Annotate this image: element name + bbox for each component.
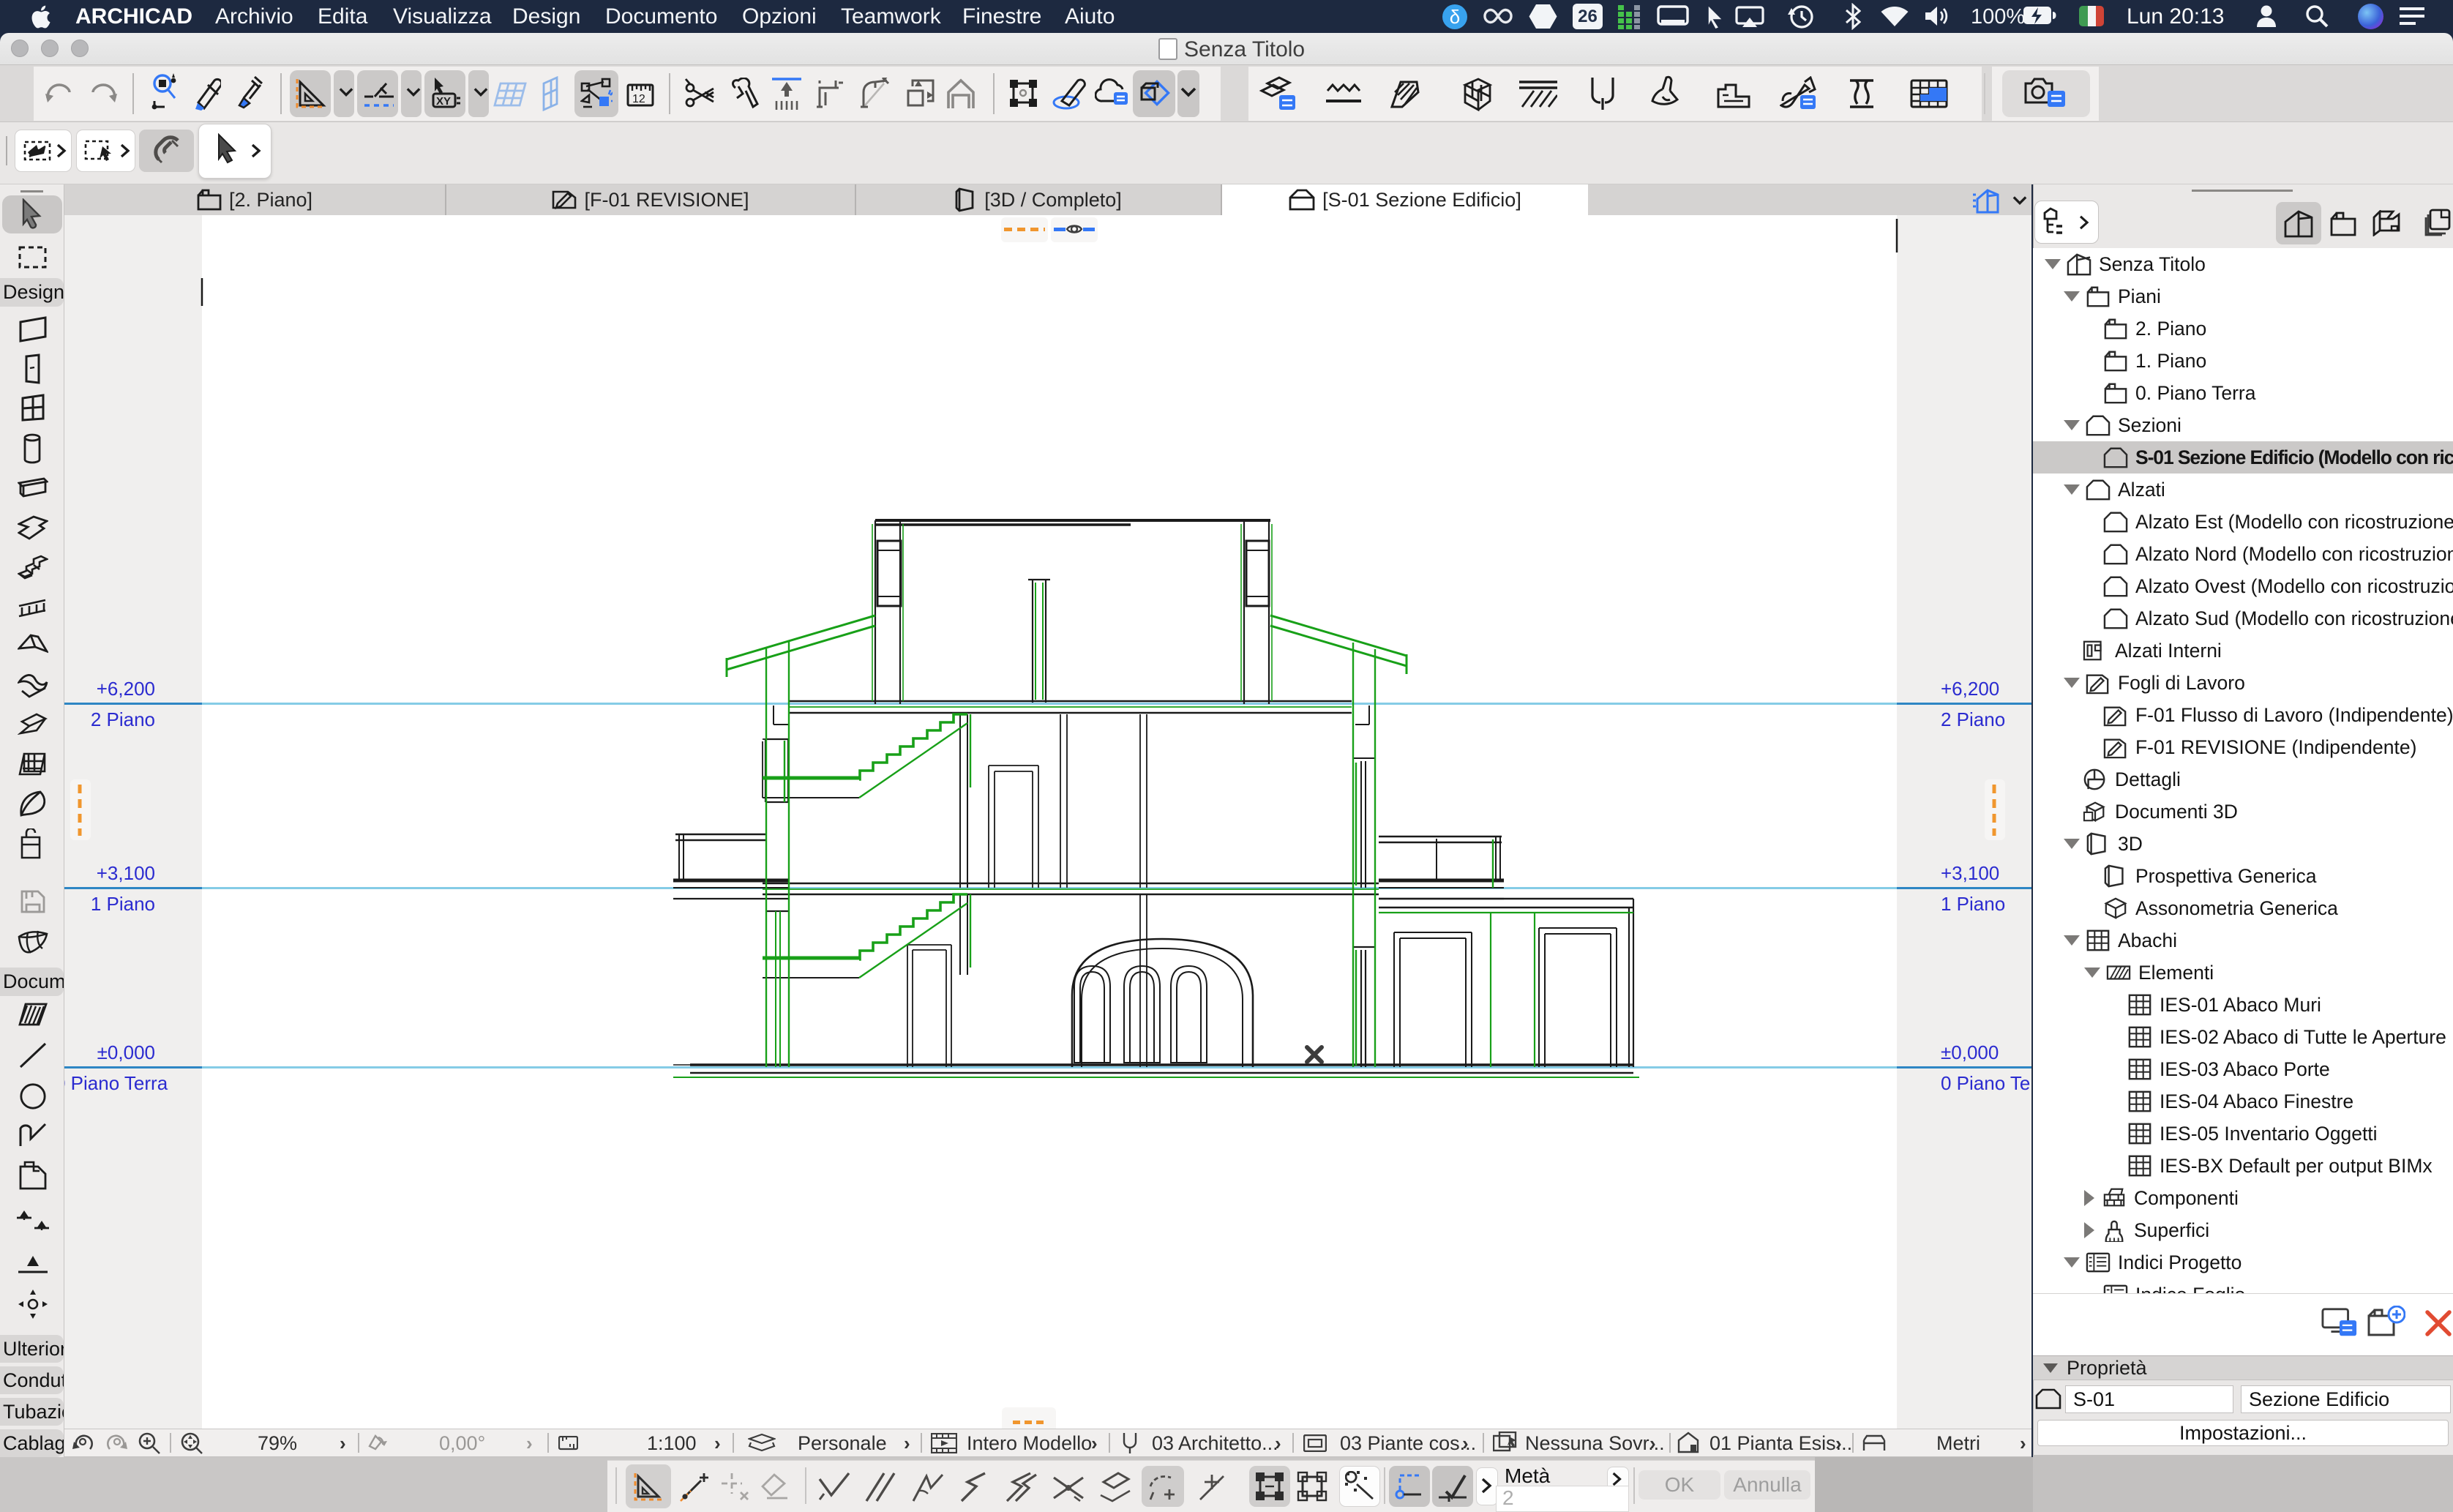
svg-text:XY: XY xyxy=(436,95,451,108)
svg-text:12: 12 xyxy=(632,93,645,105)
